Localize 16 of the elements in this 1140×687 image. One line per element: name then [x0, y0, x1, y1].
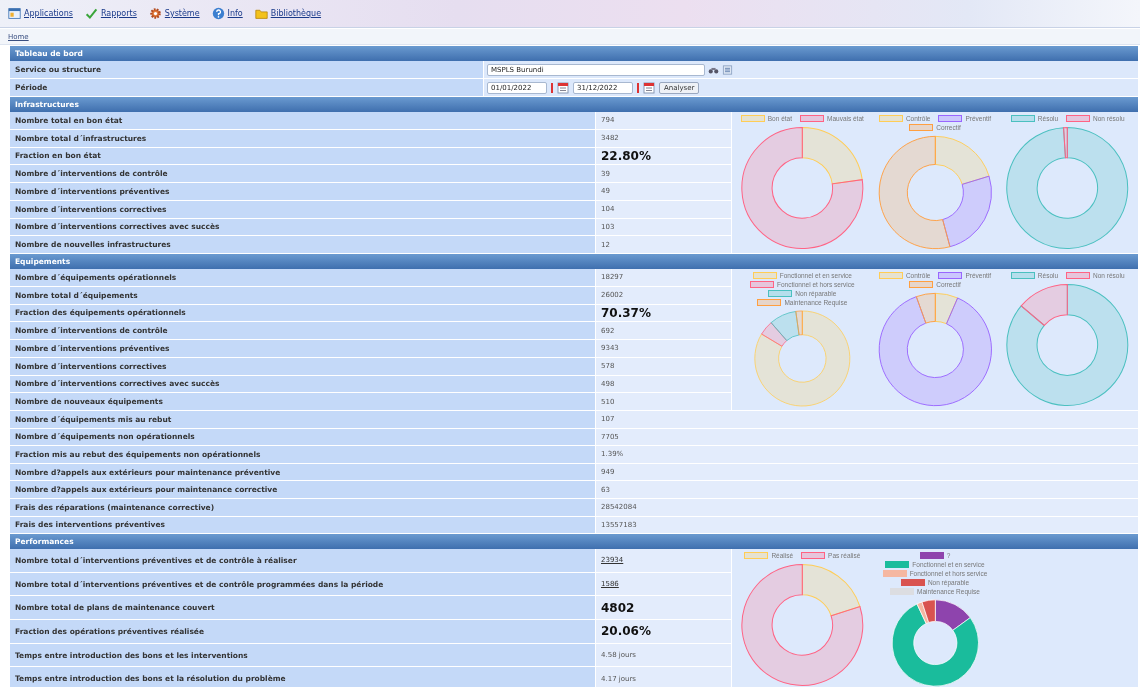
menu-link[interactable]: Applications [8, 7, 73, 20]
help-icon [211, 7, 225, 20]
calendar-icon[interactable] [550, 81, 570, 94]
menu-link[interactable]: Info [211, 7, 243, 20]
window-icon [8, 7, 21, 20]
menu-link[interactable]: Bibliothèque [254, 7, 322, 20]
menu-link[interactable]: Système [148, 7, 200, 20]
value-text: 4802 [601, 600, 635, 615]
value-text: 70.37% [601, 305, 651, 320]
value-text: 20.06% [601, 624, 651, 639]
gear-icon [148, 7, 162, 20]
check-icon [84, 7, 98, 20]
calendar-icon[interactable] [636, 81, 656, 94]
value-text: 22.80% [601, 148, 651, 163]
folder-icon [254, 7, 268, 20]
menu-link[interactable]: Rapports [84, 7, 137, 20]
